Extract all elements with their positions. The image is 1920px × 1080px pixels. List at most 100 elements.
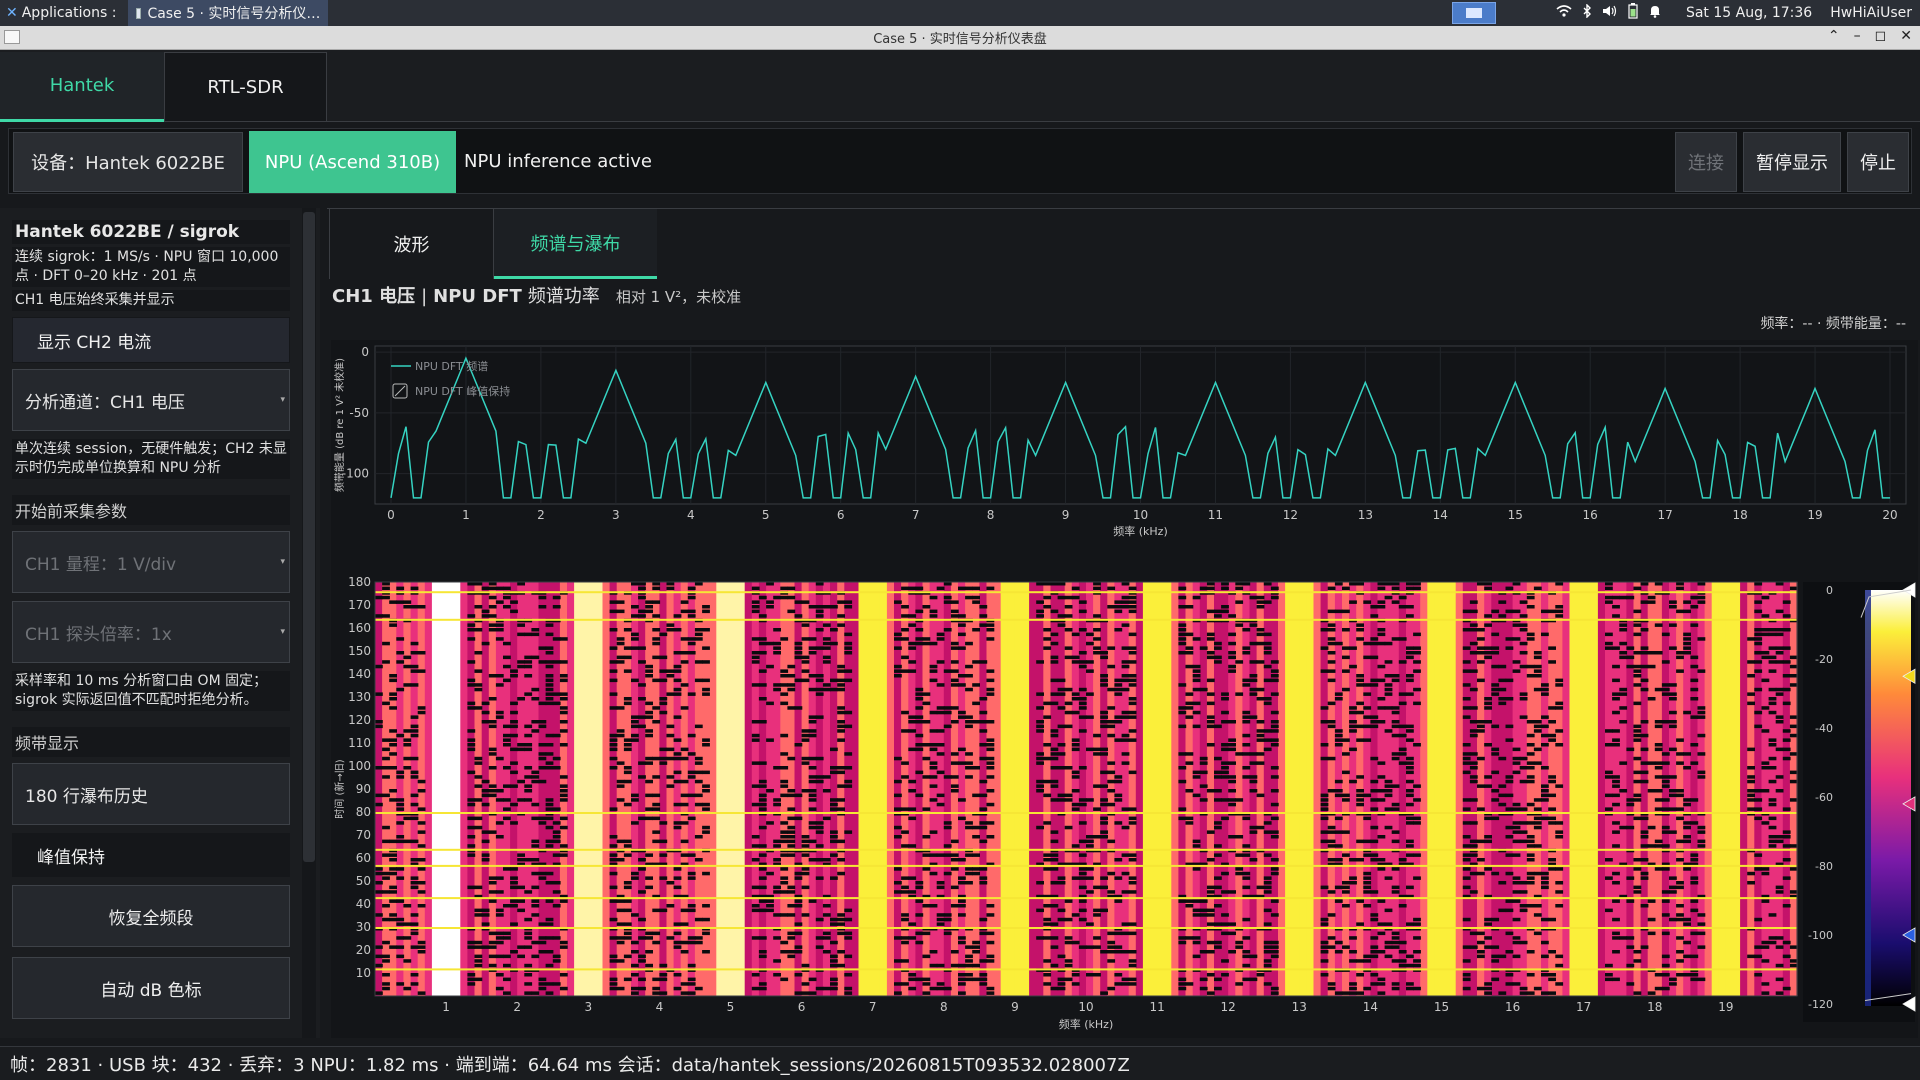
waterfall-speckle xyxy=(1462,885,1471,890)
waterfall-speckle xyxy=(1071,586,1080,591)
taskbar-window-button[interactable]: Case 5 · 实时信号分析仪… xyxy=(128,0,329,26)
ch1-probe-select[interactable]: CH1 探头倍率：1x ▾ xyxy=(12,601,290,663)
tab-rtl-sdr[interactable]: RTL-SDR xyxy=(164,52,327,122)
waterfall-speckle xyxy=(1626,945,1635,949)
waterfall-speckle xyxy=(481,641,490,646)
waterfall-speckle xyxy=(794,651,803,655)
waterfall-speckle xyxy=(382,890,390,894)
waterfall-speckle xyxy=(986,720,995,724)
waterfall-speckle xyxy=(609,766,618,770)
waterfall-speckle xyxy=(1526,853,1535,857)
waterfall-rows-spinbox[interactable]: 180 行瀑布历史 xyxy=(12,763,290,825)
waterfall-speckle xyxy=(1370,982,1379,986)
waterfall-speckle xyxy=(979,729,988,733)
wifi-icon[interactable] xyxy=(1556,4,1572,22)
waterfall-speckle xyxy=(1121,664,1130,669)
waterfall-speckle xyxy=(901,669,909,673)
user-name[interactable]: HwHiAiUser xyxy=(1830,5,1912,21)
waterfall-speckle xyxy=(1541,609,1549,614)
spectrum-plot[interactable]: 0 1 2 3 4 5 6 7 8 9 10 11 12 13 14 15 16 17 18 19 20 0 -50 -100… xyxy=(331,340,1918,580)
waterfall-speckle xyxy=(773,766,781,770)
waterfall-speckle xyxy=(822,637,831,641)
waterfall-speckle xyxy=(1206,715,1215,719)
tab-hantek[interactable]: Hantek xyxy=(0,52,164,122)
waterfall-speckle xyxy=(1377,977,1386,982)
waterfall-speckle xyxy=(410,881,419,885)
waterfall-speckle xyxy=(1754,660,1763,664)
ch1-range-select[interactable]: CH1 量程：1 V/div ▾ xyxy=(12,531,290,593)
waterfall-speckle xyxy=(474,945,483,949)
waterfall-speckle xyxy=(979,917,988,922)
waterfall-svg[interactable]: 1 2 3 4 5 6 7 8 9 10 11 12 13 14 15 16 17 18 1910203040506… xyxy=(331,575,1918,1038)
window-menu-icon[interactable] xyxy=(4,30,20,44)
waterfall-speckle xyxy=(417,844,426,848)
waterfall-speckle xyxy=(830,687,838,692)
waterfall-speckle xyxy=(822,986,831,991)
tab-spectrum-waterfall[interactable]: 频谱与瀑布 xyxy=(494,209,657,279)
spectrum-svg[interactable]: 0 1 2 3 4 5 6 7 8 9 10 11 12 13 14 15 16 17 18 19 200-50-100… xyxy=(331,340,1918,580)
waterfall-speckle xyxy=(1121,646,1130,650)
clock[interactable]: Sat 15 Aug, 17:36 xyxy=(1686,5,1812,21)
waterfall-speckle xyxy=(1768,646,1777,650)
waterfall-speckle xyxy=(631,913,639,917)
waterfall-speckle xyxy=(808,825,817,830)
panel-scrollbar-thumb[interactable] xyxy=(303,212,315,862)
waterfall-speckle xyxy=(936,853,945,857)
waterfall-speckle xyxy=(1178,752,1187,756)
bell-icon[interactable] xyxy=(1648,4,1662,22)
applications-menu[interactable]: ✕ Applications : xyxy=(0,0,122,26)
waterfall-speckle xyxy=(1057,595,1066,600)
waterfall-speckle xyxy=(545,991,554,995)
close-icon[interactable]: ✕ xyxy=(1900,28,1912,44)
auto-db-colormap-button[interactable]: 自动 dB 色标 xyxy=(12,957,290,1019)
waterfall-speckle xyxy=(1654,582,1663,586)
stop-button[interactable]: 停止 xyxy=(1847,132,1909,192)
waterfall-speckle xyxy=(1391,945,1400,949)
waterfall-speckle xyxy=(1505,807,1514,811)
waterfall-plot[interactable]: 1 2 3 4 5 6 7 8 9 10 11 12 13 14 15 16 17 18 19 10 20 30 40 50 6… xyxy=(331,575,1918,1038)
waterfall-speckle xyxy=(1128,738,1137,742)
waterfall-speckle xyxy=(1661,775,1670,779)
waterfall-speckle xyxy=(1661,899,1670,903)
connect-button[interactable]: 连接 xyxy=(1675,132,1737,192)
waterfall-speckle xyxy=(659,701,668,706)
waterfall-speckle xyxy=(1654,798,1663,802)
volume-icon[interactable] xyxy=(1602,4,1618,22)
waterfall-speckle xyxy=(680,637,689,641)
peak-hold-toggle[interactable]: 峰值保持 xyxy=(12,833,290,877)
waterfall-speckle xyxy=(481,913,490,917)
waterfall-speckle xyxy=(972,766,980,770)
waterfall-speckle xyxy=(1612,605,1620,609)
waterfall-speckle xyxy=(894,646,902,650)
waterfall-speckle xyxy=(1462,858,1471,862)
waterfall-speckle xyxy=(1249,674,1258,678)
waterfall-speckle xyxy=(972,683,980,687)
tab-waveform[interactable]: 波形 xyxy=(329,209,494,279)
analysis-channel-select[interactable]: 分析通道：CH1 电压 ▾ xyxy=(12,369,290,431)
battery-icon[interactable] xyxy=(1628,3,1638,23)
heading-separator: | xyxy=(421,286,428,307)
waterfall-column xyxy=(1278,582,1286,996)
workspace-switcher[interactable] xyxy=(1451,2,1496,24)
waterfall-speckle xyxy=(837,917,845,922)
waterfall-speckle xyxy=(1270,940,1279,945)
waterfall-speckle xyxy=(1050,936,1059,940)
waterfall-speckle xyxy=(1093,628,1101,632)
waterfall-speckle xyxy=(382,660,390,664)
minimize-icon[interactable]: – xyxy=(1854,28,1861,44)
bluetooth-icon[interactable] xyxy=(1582,3,1592,22)
waterfall-speckle xyxy=(488,784,497,788)
waterfall-speckle xyxy=(609,959,618,963)
show-ch2-current-toggle[interactable]: 显示 CH2 电流 xyxy=(12,317,290,363)
waterfall-speckle xyxy=(929,784,938,788)
waterfall-speckle xyxy=(673,692,682,696)
waterfall-speckle xyxy=(915,770,924,775)
waterfall-speckle xyxy=(943,582,952,586)
restore-full-band-button[interactable]: 恢复全频段 xyxy=(12,885,290,947)
shade-icon[interactable]: ⌃ xyxy=(1828,28,1840,44)
waterfall-speckle xyxy=(1100,651,1108,655)
waterfall-speckle xyxy=(1533,651,1542,655)
maximize-icon[interactable]: ◻ xyxy=(1875,28,1887,44)
waterfall-speckle xyxy=(1413,922,1421,926)
pause-display-button[interactable]: 暂停显示 xyxy=(1743,132,1841,192)
